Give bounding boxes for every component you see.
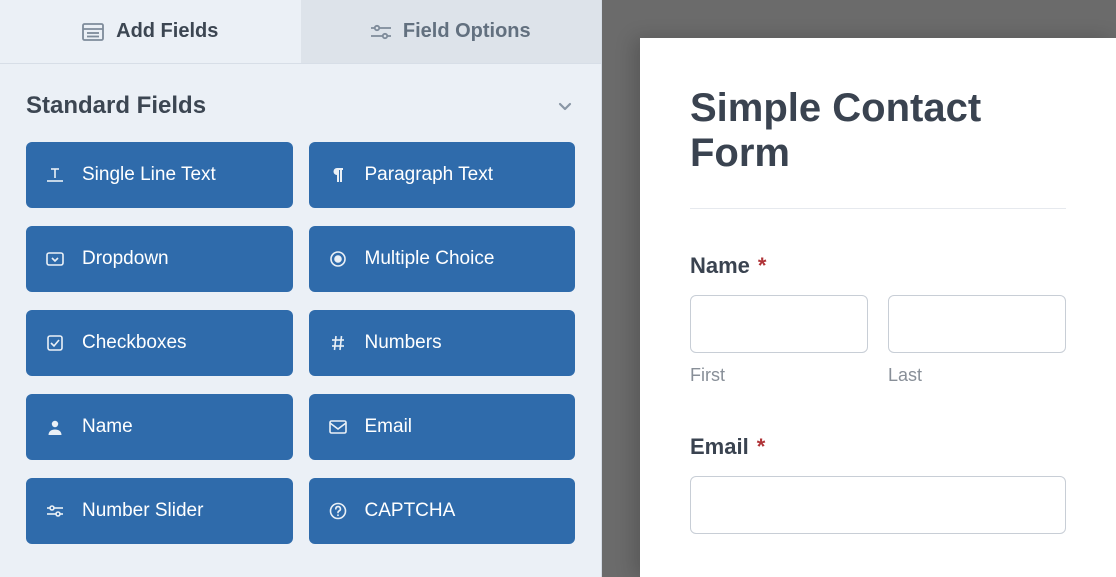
field-label: Email [365,416,413,438]
label-text: Name [690,253,750,279]
first-sublabel: First [690,365,868,386]
text-cursor-icon [44,166,66,184]
first-name-col: First [690,295,868,386]
standard-fields-section: Standard Fields Single Line Text [0,64,601,544]
form-preview-wrapper: Simple Contact Form Name * First Last Em… [602,0,1116,577]
last-sublabel: Last [888,365,1066,386]
last-name-col: Last [888,295,1066,386]
question-circle-icon [327,501,349,521]
form-preview[interactable]: Simple Contact Form Name * First Last Em… [640,38,1116,577]
field-label: Paragraph Text [365,164,494,186]
field-label: Name [82,416,133,438]
field-label: Checkboxes [82,332,187,354]
sliders-icon [371,23,391,41]
field-label: Number Slider [82,500,203,522]
form-title: Simple Contact Form [690,86,1066,209]
required-mark: * [757,434,766,460]
pilcrow-icon [327,166,349,184]
fields-grid: Single Line Text Paragraph Text Dro [26,142,575,544]
required-mark: * [758,253,767,279]
checkbox-icon [44,333,66,353]
hash-icon [327,333,349,353]
field-captcha[interactable]: CAPTCHA [309,478,576,544]
envelope-icon [327,419,349,435]
sliders-icon [44,502,66,520]
field-email[interactable]: Email [309,394,576,460]
chevron-down-icon [555,96,575,116]
form-field-email[interactable]: Email * [690,434,1066,534]
section-header[interactable]: Standard Fields [26,92,575,120]
field-single-line-text[interactable]: Single Line Text [26,142,293,208]
field-label: Multiple Choice [365,248,495,270]
field-name[interactable]: Name [26,394,293,460]
field-checkboxes[interactable]: Checkboxes [26,310,293,376]
field-label: Numbers [365,332,442,354]
form-label-name: Name * [690,253,1066,279]
email-input[interactable] [690,476,1066,534]
name-row: First Last [690,295,1066,386]
section-title: Standard Fields [26,92,206,120]
first-name-input[interactable] [690,295,868,353]
user-icon [44,418,66,436]
radio-icon [327,249,349,269]
tab-add-fields[interactable]: Add Fields [0,0,301,63]
tab-label: Add Fields [116,20,218,43]
field-dropdown[interactable]: Dropdown [26,226,293,292]
field-numbers[interactable]: Numbers [309,310,576,376]
tabs: Add Fields Field Options [0,0,601,64]
field-label: Dropdown [82,248,169,270]
field-paragraph-text[interactable]: Paragraph Text [309,142,576,208]
label-text: Email [690,434,749,460]
field-multiple-choice[interactable]: Multiple Choice [309,226,576,292]
last-name-input[interactable] [888,295,1066,353]
field-label: Single Line Text [82,164,216,186]
tab-field-options[interactable]: Field Options [301,0,602,63]
builder-sidebar: Add Fields Field Options Standard Fields [0,0,602,577]
form-icon [82,23,104,41]
dropdown-icon [44,250,66,268]
field-label: CAPTCHA [365,500,456,522]
form-field-name[interactable]: Name * First Last [690,253,1066,386]
form-label-email: Email * [690,434,1066,460]
field-number-slider[interactable]: Number Slider [26,478,293,544]
tab-label: Field Options [403,20,531,43]
